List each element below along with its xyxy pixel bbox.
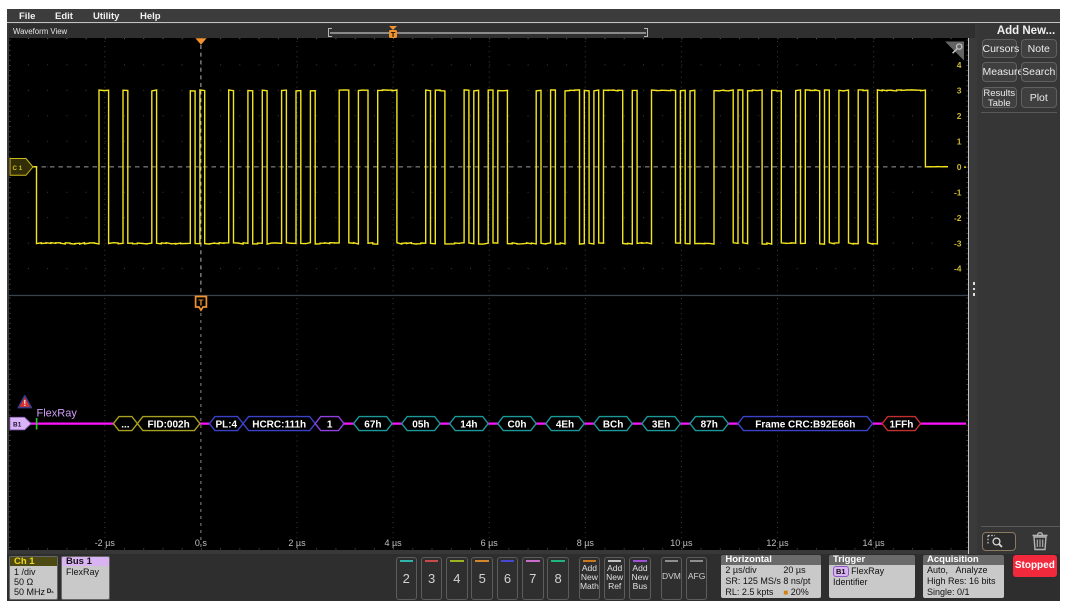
svg-text:0: 0 [957,162,962,172]
svg-text:67h: 67h [364,420,381,431]
svg-text:FlexRay: FlexRay [37,407,78,419]
svg-text:-1: -1 [954,187,962,197]
svg-text:C0h: C0h [508,420,527,431]
svg-text:87h: 87h [701,420,718,431]
svg-text:4: 4 [957,60,962,70]
svg-text:-2 µs: -2 µs [95,538,116,548]
svg-text:4 µs: 4 µs [384,538,402,548]
svg-text:...: ... [121,420,130,431]
svg-text:-4: -4 [954,264,962,274]
svg-text:-3: -3 [954,238,962,248]
svg-text:4Eh: 4Eh [556,420,574,431]
svg-text:FID:002h: FID:002h [147,420,189,431]
svg-text:10 µs: 10 µs [670,538,693,548]
svg-text:PL:4: PL:4 [215,420,237,431]
svg-text:C 1: C 1 [13,165,23,172]
svg-text:1: 1 [327,420,333,431]
svg-text:HCRC:111h: HCRC:111h [252,420,306,431]
svg-text:Frame CRC:B92E66h: Frame CRC:B92E66h [755,420,855,431]
svg-text:B1: B1 [13,421,22,428]
svg-text:2: 2 [957,111,962,121]
svg-text:3: 3 [957,86,962,96]
svg-text:3Eh: 3Eh [652,420,670,431]
svg-text:1FFh: 1FFh [889,420,913,431]
svg-text:12 µs: 12 µs [766,538,789,548]
svg-text:-2: -2 [954,213,962,223]
svg-text:8 µs: 8 µs [577,538,595,548]
svg-text:6 µs: 6 µs [481,538,499,548]
svg-text:14 µs: 14 µs [862,538,885,548]
svg-text:05h: 05h [412,420,429,431]
svg-text:BCh: BCh [603,420,624,431]
svg-text:1: 1 [957,136,962,146]
svg-text:T: T [198,297,204,307]
svg-text:!: ! [23,399,26,408]
svg-text:2 µs: 2 µs [288,538,306,548]
svg-text:14h: 14h [460,420,477,431]
svg-text:0 s: 0 s [195,538,208,548]
